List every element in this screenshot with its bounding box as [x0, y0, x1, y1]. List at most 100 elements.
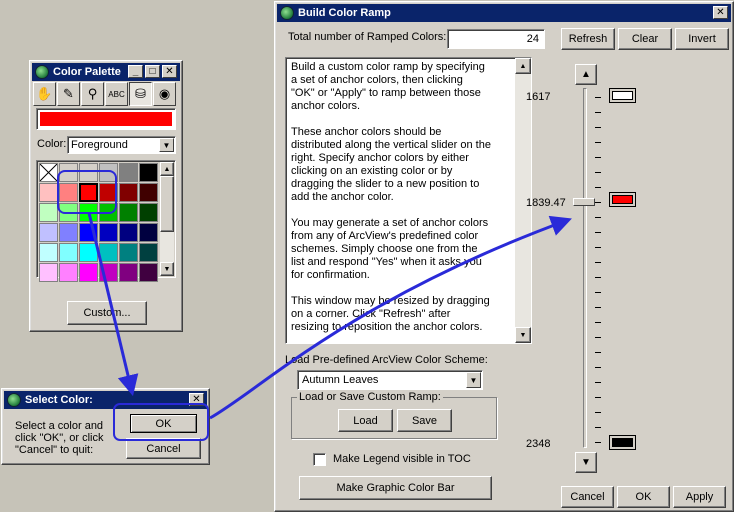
palette-titlebar[interactable]: Color Palette _ □ ✕	[32, 63, 180, 81]
no-color-swatch[interactable]	[39, 163, 58, 182]
slider-tick	[595, 412, 601, 413]
select-cancel-button[interactable]: Cancel	[126, 438, 201, 459]
color-swatch[interactable]	[39, 183, 58, 202]
palette-icon[interactable]: ◉	[153, 82, 176, 106]
color-target-label: Color:	[37, 138, 67, 150]
arcview-globe-icon	[7, 393, 21, 407]
ramp-close-button[interactable]: ✕	[713, 6, 728, 19]
color-swatch[interactable]	[139, 223, 158, 242]
color-swatch[interactable]	[119, 263, 138, 282]
help-text-line	[291, 113, 513, 126]
color-swatch[interactable]	[99, 243, 118, 262]
slider-tick	[595, 307, 601, 308]
palette-minimize-button[interactable]: _	[128, 65, 143, 78]
color-swatch[interactable]	[139, 243, 158, 262]
total-colors-field[interactable]: 24	[447, 29, 545, 49]
ramp-ok-button[interactable]: OK	[617, 486, 670, 508]
slider-thumb[interactable]	[573, 198, 595, 206]
color-swatch[interactable]	[39, 223, 58, 242]
help-scroll-up-button[interactable]: ▲	[515, 58, 531, 74]
help-text-line: on a corner. Click "Refresh" after	[291, 308, 451, 320]
build-color-ramp-window: Build Color Ramp ✕ Total number of Rampe…	[274, 1, 734, 512]
swatch-scrollbar[interactable]: ▲ ▼	[160, 162, 174, 276]
color-swatch[interactable]	[119, 203, 138, 222]
legend-checkbox[interactable]	[313, 453, 326, 466]
load-button[interactable]: Load	[338, 409, 393, 432]
ramp-title: Build Color Ramp	[298, 7, 391, 19]
swatch-scroll-up-button[interactable]: ▲	[160, 162, 174, 176]
slider-tick	[595, 127, 601, 128]
color-target-dropdown-arrow-icon[interactable]: ▼	[159, 138, 174, 152]
current-color-frame	[36, 108, 176, 130]
color-swatch[interactable]	[119, 223, 138, 242]
color-swatch[interactable]	[119, 243, 138, 262]
help-text-line: schemes. Simply choose one from the	[291, 243, 478, 255]
color-swatch[interactable]	[79, 263, 98, 282]
slider-tick	[595, 187, 601, 188]
pen-icon[interactable]: ✎	[57, 82, 80, 106]
color-swatch[interactable]	[79, 223, 98, 242]
ramp-titlebar[interactable]: Build Color Ramp ✕	[277, 4, 731, 22]
paint-bucket-icon[interactable]: ⛁	[129, 82, 152, 106]
anchor-top-value: 1617	[526, 91, 551, 103]
color-swatch[interactable]	[99, 263, 118, 282]
color-swatch[interactable]	[79, 243, 98, 262]
save-button[interactable]: Save	[397, 409, 452, 432]
current-color-swatch	[40, 112, 172, 126]
color-swatch[interactable]	[139, 163, 158, 182]
anchor-bottom-color[interactable]	[609, 435, 636, 450]
color-swatch[interactable]	[119, 163, 138, 182]
swatch-scroll-down-button[interactable]: ▼	[160, 262, 174, 276]
slider-tick	[595, 97, 601, 98]
scheme-dropdown-arrow-icon[interactable]: ▼	[466, 372, 481, 388]
ramp-apply-button[interactable]: Apply	[673, 486, 726, 508]
anchor-top-color[interactable]	[609, 88, 636, 103]
select-message-line-2: click "OK", or click	[15, 432, 104, 444]
help-text-line: a set of anchor colors, then clicking	[291, 74, 463, 86]
help-text-line	[291, 282, 513, 295]
palette-close-button[interactable]: ✕	[162, 65, 177, 78]
slider-tick	[595, 247, 601, 248]
slider-track[interactable]	[583, 88, 587, 448]
refresh-button[interactable]: Refresh	[561, 28, 615, 50]
hand-icon[interactable]: ✋	[33, 82, 56, 106]
help-text-line: "OK" or "Apply" to ramp between those	[291, 87, 481, 99]
color-swatch[interactable]	[59, 263, 78, 282]
brush-icon[interactable]: ⚲	[81, 82, 104, 106]
scheme-label: Load Pre-defined ArcView Color Scheme:	[285, 354, 488, 366]
color-target-combobox[interactable]: Foreground ▼	[67, 136, 176, 154]
slider-up-button[interactable]: ▲	[575, 64, 597, 85]
help-text-line: You may generate a set of anchor colors	[291, 217, 489, 229]
invert-button[interactable]: Invert	[675, 28, 729, 50]
palette-maximize-button[interactable]: □	[145, 65, 160, 78]
slider-tick	[595, 322, 601, 323]
color-swatch[interactable]	[39, 203, 58, 222]
ramp-cancel-button[interactable]: Cancel	[561, 486, 614, 508]
color-swatch[interactable]	[39, 243, 58, 262]
scheme-combobox[interactable]: Autumn Leaves ▼	[297, 370, 483, 390]
color-swatch[interactable]	[139, 203, 158, 222]
help-text-line: from any of ArcView's predefined color	[291, 230, 479, 242]
color-swatch[interactable]	[139, 263, 158, 282]
help-textbox[interactable]: Build a custom color ramp by specifying a…	[285, 57, 532, 344]
color-swatch[interactable]	[39, 263, 58, 282]
anchor-mid-color[interactable]	[609, 192, 636, 207]
slider-tick	[595, 142, 601, 143]
clear-button[interactable]: Clear	[618, 28, 672, 50]
text-abc-icon[interactable]: ABC	[105, 82, 128, 106]
slider-down-button[interactable]: ▼	[575, 452, 597, 473]
color-swatch[interactable]	[99, 223, 118, 242]
help-text-line: These anchor colors should be	[291, 126, 442, 138]
color-swatch[interactable]	[59, 243, 78, 262]
arcview-globe-icon	[280, 6, 294, 20]
custom-color-button[interactable]: Custom...	[67, 301, 147, 325]
help-scroll-down-button[interactable]: ▼	[515, 327, 531, 343]
select-title: Select Color:	[25, 394, 93, 406]
color-swatch[interactable]	[119, 183, 138, 202]
swatch-scroll-thumb[interactable]	[160, 176, 174, 232]
make-graphic-color-bar-button[interactable]: Make Graphic Color Bar	[299, 476, 492, 500]
color-swatch[interactable]	[139, 183, 158, 202]
custom-ramp-group-label: Load or Save Custom Ramp:	[297, 391, 443, 403]
color-swatch[interactable]	[59, 223, 78, 242]
slider-tick	[595, 172, 601, 173]
